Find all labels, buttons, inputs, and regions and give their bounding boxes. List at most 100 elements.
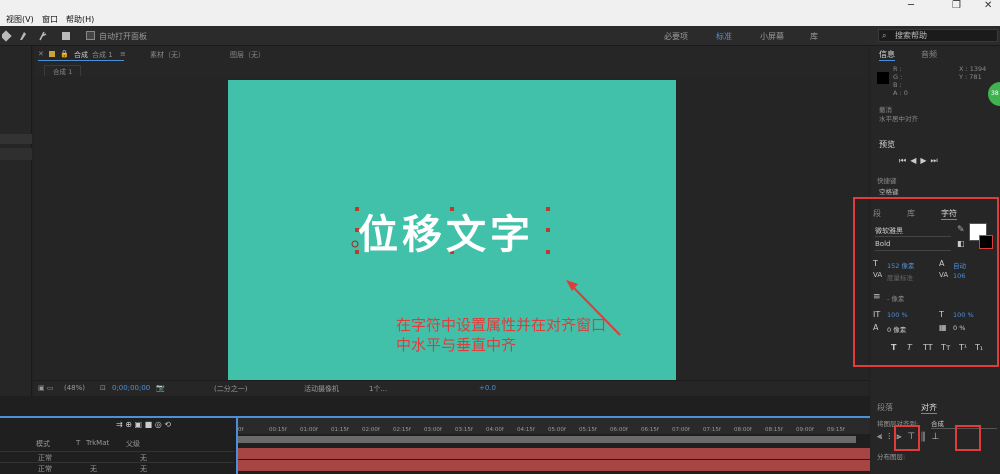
- lock-icon: 🔒: [60, 50, 69, 58]
- panel-strip: [0, 134, 32, 144]
- minimize-icon[interactable]: ─: [908, 0, 914, 11]
- tab-layer[interactable]: 图层（无）: [230, 50, 265, 60]
- font-select[interactable]: 微软雅黑: [875, 226, 951, 237]
- leading-value[interactable]: 自动: [953, 260, 966, 270]
- time-tick-label: 01:00f: [300, 427, 318, 433]
- table-row[interactable]: 正常 无: [0, 451, 234, 462]
- vertical-scale-value[interactable]: 100 %: [887, 311, 908, 319]
- time-tick-label: 06:00f: [610, 427, 628, 433]
- shortcut-value[interactable]: 空格键: [879, 186, 899, 196]
- camera-select[interactable]: 活动摄像机: [304, 384, 339, 394]
- zoom-select[interactable]: (48%): [64, 384, 85, 392]
- composition-tabs: ✕ 🔒 合成 合成 1 ≡ 素材（无） 图层（无） 合成 1: [34, 46, 868, 77]
- tab-footage[interactable]: 素材（无）: [150, 50, 185, 60]
- exposure-value[interactable]: +0.0: [479, 384, 496, 392]
- menu-help[interactable]: 帮助(H): [66, 14, 94, 25]
- time-tick-label: 06:15f: [641, 427, 659, 433]
- tool-icons[interactable]: [2, 30, 82, 42]
- tab-composition-name[interactable]: 合成 1: [92, 50, 113, 60]
- faux-bold-button[interactable]: T: [891, 343, 896, 352]
- baseline-shift-value[interactable]: 0 像素: [887, 324, 906, 334]
- close-icon[interactable]: ✕: [984, 0, 992, 11]
- row-trkmat-select[interactable]: 无: [90, 464, 97, 474]
- tab-preview[interactable]: 预览: [879, 139, 895, 150]
- tab-align[interactable]: 对齐: [921, 402, 937, 414]
- info-r: R :: [893, 65, 902, 73]
- auto-open-label: 自动打开面板: [99, 32, 147, 41]
- timecode[interactable]: 0;00;00;00: [112, 384, 150, 392]
- tab-composition[interactable]: 合成: [74, 50, 88, 60]
- maximize-icon[interactable]: ❐: [952, 0, 961, 11]
- time-tick-label: 03:15f: [455, 427, 473, 433]
- menu-icon[interactable]: ≡: [120, 50, 126, 58]
- panel-strip: [0, 148, 32, 160]
- timeline-panel: ⇉ ⊕ ▣ ■ ◎ ⟲ 模式 T TrkMat 父级 正常 无 正常 无 无: [0, 396, 870, 474]
- tracking-value[interactable]: 106: [953, 272, 965, 280]
- composition-canvas[interactable]: 位移文字 在字符中设置属性并在对齐窗口 中水平与垂直中齐: [228, 80, 676, 380]
- table-row[interactable]: 正常 无 无: [0, 462, 234, 473]
- kerning-icon: VA: [873, 271, 883, 279]
- vertical-scale-icon: IT: [873, 310, 881, 319]
- info-b: B :: [893, 81, 902, 89]
- time-tick-label: 02:00f: [362, 427, 380, 433]
- time-tick-label: 07:15f: [703, 427, 721, 433]
- subscript-button[interactable]: T₁: [975, 343, 983, 352]
- timeline-tool-icons[interactable]: ⇉ ⊕ ▣ ■ ◎ ⟲: [116, 420, 171, 429]
- menu-view[interactable]: 视图(V): [6, 14, 34, 25]
- work-area-bar[interactable]: [236, 436, 856, 443]
- tsume-value[interactable]: 0 %: [953, 324, 965, 332]
- vertical-center-highlight: [955, 425, 981, 451]
- font-size-value[interactable]: 152 像素: [887, 260, 914, 270]
- toolbar: 自动打开面板 必要项 标准 小屏幕 库 ⌕ 搜索帮助: [0, 26, 1000, 46]
- tab-close-icon[interactable]: ✕: [38, 50, 44, 58]
- col-t: T: [76, 439, 81, 447]
- annotation-line-1: 在字符中设置属性并在对齐窗口: [396, 316, 607, 334]
- menu-window[interactable]: 窗口: [42, 14, 58, 25]
- time-tick-label: 08:15f: [765, 427, 783, 433]
- horizontal-scale-value[interactable]: 100 %: [953, 311, 974, 319]
- preview-icons[interactable]: ▣ ▭: [38, 384, 53, 392]
- faux-italic-button[interactable]: T: [907, 343, 912, 352]
- resolution-select[interactable]: (二分之一): [214, 384, 247, 394]
- time-tick-label: 09:00f: [796, 427, 814, 433]
- info-x: X : 1394: [959, 65, 987, 73]
- row-parent-select[interactable]: 无: [140, 464, 147, 474]
- tab-paragraph[interactable]: 段: [873, 208, 881, 219]
- time-tick-label: 02:15f: [393, 427, 411, 433]
- search-help-input[interactable]: ⌕ 搜索帮助: [878, 29, 998, 42]
- swap-color-icon[interactable]: ◧: [957, 239, 965, 248]
- auto-open-checkbox[interactable]: [86, 31, 95, 40]
- superscript-button[interactable]: T¹: [959, 343, 967, 352]
- time-tick-label: 04:15f: [517, 427, 535, 433]
- stroke-color-swatch[interactable]: [979, 235, 993, 249]
- time-tick-label: 08:00f: [734, 427, 752, 433]
- annotation-line-2: 中水平与垂直中齐: [396, 336, 517, 354]
- horizontal-center-highlight: [894, 425, 920, 451]
- tab-info[interactable]: 信息: [879, 49, 895, 61]
- layer-bar[interactable]: [236, 460, 870, 471]
- time-tick-label: 07:00f: [672, 427, 690, 433]
- row-mode-select[interactable]: 正常: [38, 464, 52, 474]
- tab-character[interactable]: 字符: [941, 208, 957, 220]
- all-caps-button[interactable]: TT: [923, 343, 933, 352]
- workspace-library[interactable]: 库: [810, 31, 818, 42]
- workspace-standard[interactable]: 标准: [716, 31, 732, 42]
- style-select[interactable]: Bold: [875, 240, 951, 251]
- tab-paragraph-align[interactable]: 段落: [877, 402, 893, 413]
- camera-icon[interactable]: 📷: [156, 384, 165, 392]
- views-select[interactable]: 1个...: [369, 384, 387, 394]
- layer-bar[interactable]: [236, 448, 870, 459]
- small-caps-button[interactable]: Tт: [941, 343, 951, 352]
- comp-color-icon: [49, 51, 55, 57]
- frame-icon[interactable]: ⊡: [100, 384, 106, 392]
- canvas-title-text[interactable]: 位移文字: [358, 202, 534, 260]
- workspace-essentials[interactable]: 必要项: [664, 31, 688, 42]
- info-a: A : 0: [893, 89, 908, 97]
- workspace-small-screen[interactable]: 小屏幕: [760, 31, 784, 42]
- playback-controls[interactable]: ⏮◀▶⏭: [899, 156, 942, 166]
- tab-audio[interactable]: 音频: [921, 49, 937, 60]
- tab-library[interactable]: 库: [907, 208, 915, 219]
- stroke-width-value[interactable]: - 像素: [887, 293, 904, 303]
- eyedropper-icon[interactable]: ✎: [957, 225, 965, 235]
- kerning-value[interactable]: 度量标准: [887, 272, 913, 282]
